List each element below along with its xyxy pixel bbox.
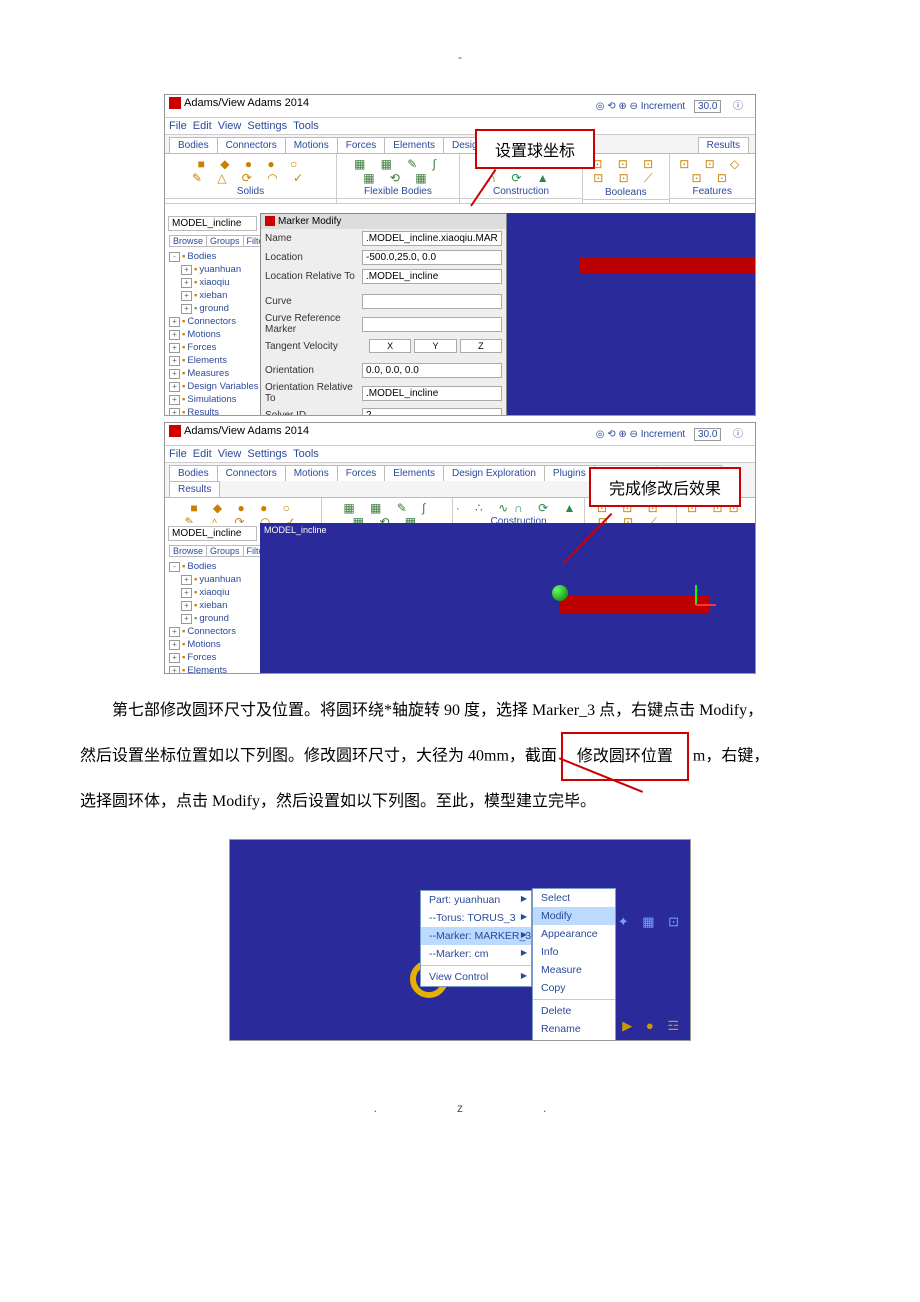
green-sphere (552, 585, 568, 601)
viewport-3d[interactable]: Marker Modify Name Location Location Rel… (260, 213, 755, 415)
ctx-cm[interactable]: --Marker: cm (421, 945, 531, 963)
red-body (580, 257, 755, 273)
ribbon-tabs[interactable]: BodiesConnectorsMotionsForcesElementsDes… (165, 135, 755, 154)
callout-3: 修改圆环位置 (561, 732, 689, 782)
dialog-title: Marker Modify (278, 216, 341, 227)
context-menu-1[interactable]: Part: yuanhuan --Torus: TORUS_3 --Marker… (420, 890, 532, 987)
triad-icon (690, 581, 724, 615)
marker-modify-dialog: Marker Modify Name Location Location Rel… (260, 213, 507, 416)
menu-settings[interactable]: Settings (247, 120, 287, 132)
ctx-marker3[interactable]: --Marker: MARKER_3 (421, 927, 531, 945)
menu-bar[interactable]: FileEditViewSettingsTools ◎ ⟲ ⊕ ⊖ Increm… (165, 118, 755, 135)
model-tree[interactable]: -▪Bodies +▪yuanhuan +▪xiaoqiu +▪xieban +… (165, 248, 260, 416)
ctx-rename[interactable]: Rename (533, 1020, 615, 1038)
ori-field[interactable] (362, 363, 502, 378)
loc-rel-field[interactable] (362, 269, 502, 284)
ctx-select[interactable]: Select (533, 889, 615, 907)
solverid-field[interactable] (362, 408, 502, 416)
app-icon (169, 97, 181, 109)
solids-icons[interactable]: ■ ◆ ● ● ○ (198, 157, 304, 171)
menu-file[interactable]: File (169, 120, 187, 132)
curve-field[interactable] (362, 294, 502, 309)
red-body (560, 595, 710, 613)
callout-2: 完成修改后效果 (589, 467, 741, 507)
tab-results[interactable]: Results (698, 137, 749, 153)
crm-field[interactable] (362, 317, 502, 332)
ribbon-panels: ■ ◆ ● ● ○ ✎ △ ⟳ ◠ ✓ Solids ▦ ▦ ✎ ∫ ▦ ⟲ ▦… (165, 154, 755, 204)
viewport-3d[interactable]: MODEL_incline (260, 523, 755, 673)
tab-motions[interactable]: Motions (285, 137, 338, 153)
menu-edit[interactable]: Edit (193, 120, 212, 132)
top-dash: - (80, 50, 840, 64)
footer: .z. (80, 1101, 840, 1115)
ctx-deactivate[interactable]: (De)activate (533, 1038, 615, 1041)
body-paragraph: 第七部修改圆环尺寸及位置。将圆环绕*轴旋转 90 度，选择 Marker_3 点… (80, 690, 840, 823)
increment-value[interactable]: 30.0 (694, 100, 721, 113)
tab-bodies[interactable]: Bodies (169, 137, 218, 153)
model-field[interactable]: MODEL_incline (168, 216, 257, 231)
ctx-viewcontrol[interactable]: View Control (421, 968, 531, 986)
menu-view[interactable]: View (218, 120, 242, 132)
screenshot-1: Adams/View Adams 2014 File Edit View Settin… (164, 94, 756, 416)
ctx-measure[interactable]: Measure (533, 961, 615, 979)
name-field[interactable] (362, 231, 502, 246)
location-field[interactable] (362, 250, 502, 265)
ctx-copy[interactable]: Copy (533, 979, 615, 997)
tab-forces[interactable]: Forces (337, 137, 386, 153)
ctx-torus[interactable]: --Torus: TORUS_3 (421, 909, 531, 927)
browser-panel: MODEL_incline BrowseGroupsFilters -▪Bodi… (165, 213, 261, 415)
context-menu-2[interactable]: Select Modify Appearance Info Measure Co… (532, 888, 616, 1041)
ctx-part[interactable]: Part: yuanhuan (421, 891, 531, 909)
screenshot-2: Adams/View Adams 2014 FileEditViewSettin… (164, 422, 756, 674)
orirel-field[interactable] (362, 386, 502, 401)
increment-group: ◎ ⟲ ⊕ ⊖ Increment 30.0 ⓘ (596, 97, 743, 113)
menu-tools[interactable]: Tools (293, 120, 319, 132)
tab-connectors[interactable]: Connectors (217, 137, 286, 153)
callout-1: 设置球坐标 (475, 129, 595, 169)
viewport-3d[interactable]: ◐ ◑ ☾ ✦ ▦ ⊡ ▦ ▦ ▶ ● ☲ Part: yuanhuan --T… (230, 840, 690, 1040)
ctx-modify[interactable]: Modify (533, 907, 615, 925)
tab-elements[interactable]: Elements (384, 137, 444, 153)
app-title: Adams/View Adams 2014 (184, 97, 309, 109)
ctx-info[interactable]: Info (533, 943, 615, 961)
ctx-appearance[interactable]: Appearance (533, 925, 615, 943)
ctx-delete[interactable]: Delete (533, 1002, 615, 1020)
screenshot-3: ◐ ◑ ☾ ✦ ▦ ⊡ ▦ ▦ ▶ ● ☲ Part: yuanhuan --T… (229, 839, 691, 1041)
